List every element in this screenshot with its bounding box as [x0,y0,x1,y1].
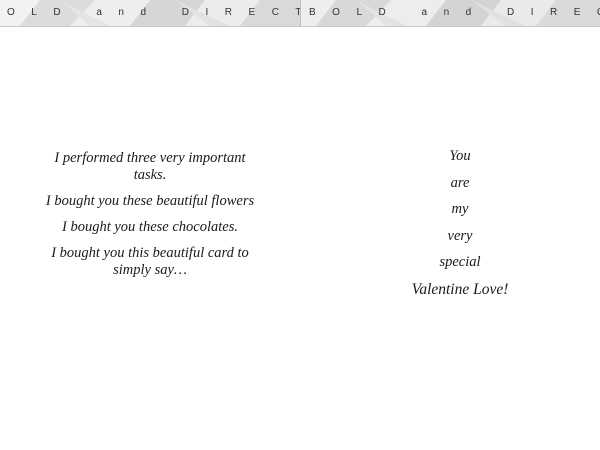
verse-line: I bought you these beautiful flowers [45,193,255,209]
banner-right-text: BOLD and DIREC [309,7,600,18]
verse-line: are [450,174,470,191]
verse-line: my [451,201,469,217]
banner-right: BOLD and DIREC [300,0,600,27]
verse-line: very [447,227,473,244]
verse-line: special [439,254,481,270]
verse-line: You [449,148,471,164]
verse-line: I performed three very important tasks. [54,150,246,183]
verse-line: I bought you this beautiful card to simp… [51,245,249,278]
verse-line: I bought you these chocolates. [62,219,238,235]
verse-line: Valentine Love! [411,280,509,298]
left-page-verse: I performed three very important tasks. … [40,150,260,288]
right-page-verse: You are my very special Valentine Love! [360,148,560,307]
banner-left-text: OLD and DIRECT [7,7,300,18]
banner-left: OLD and DIRECT [0,0,300,27]
